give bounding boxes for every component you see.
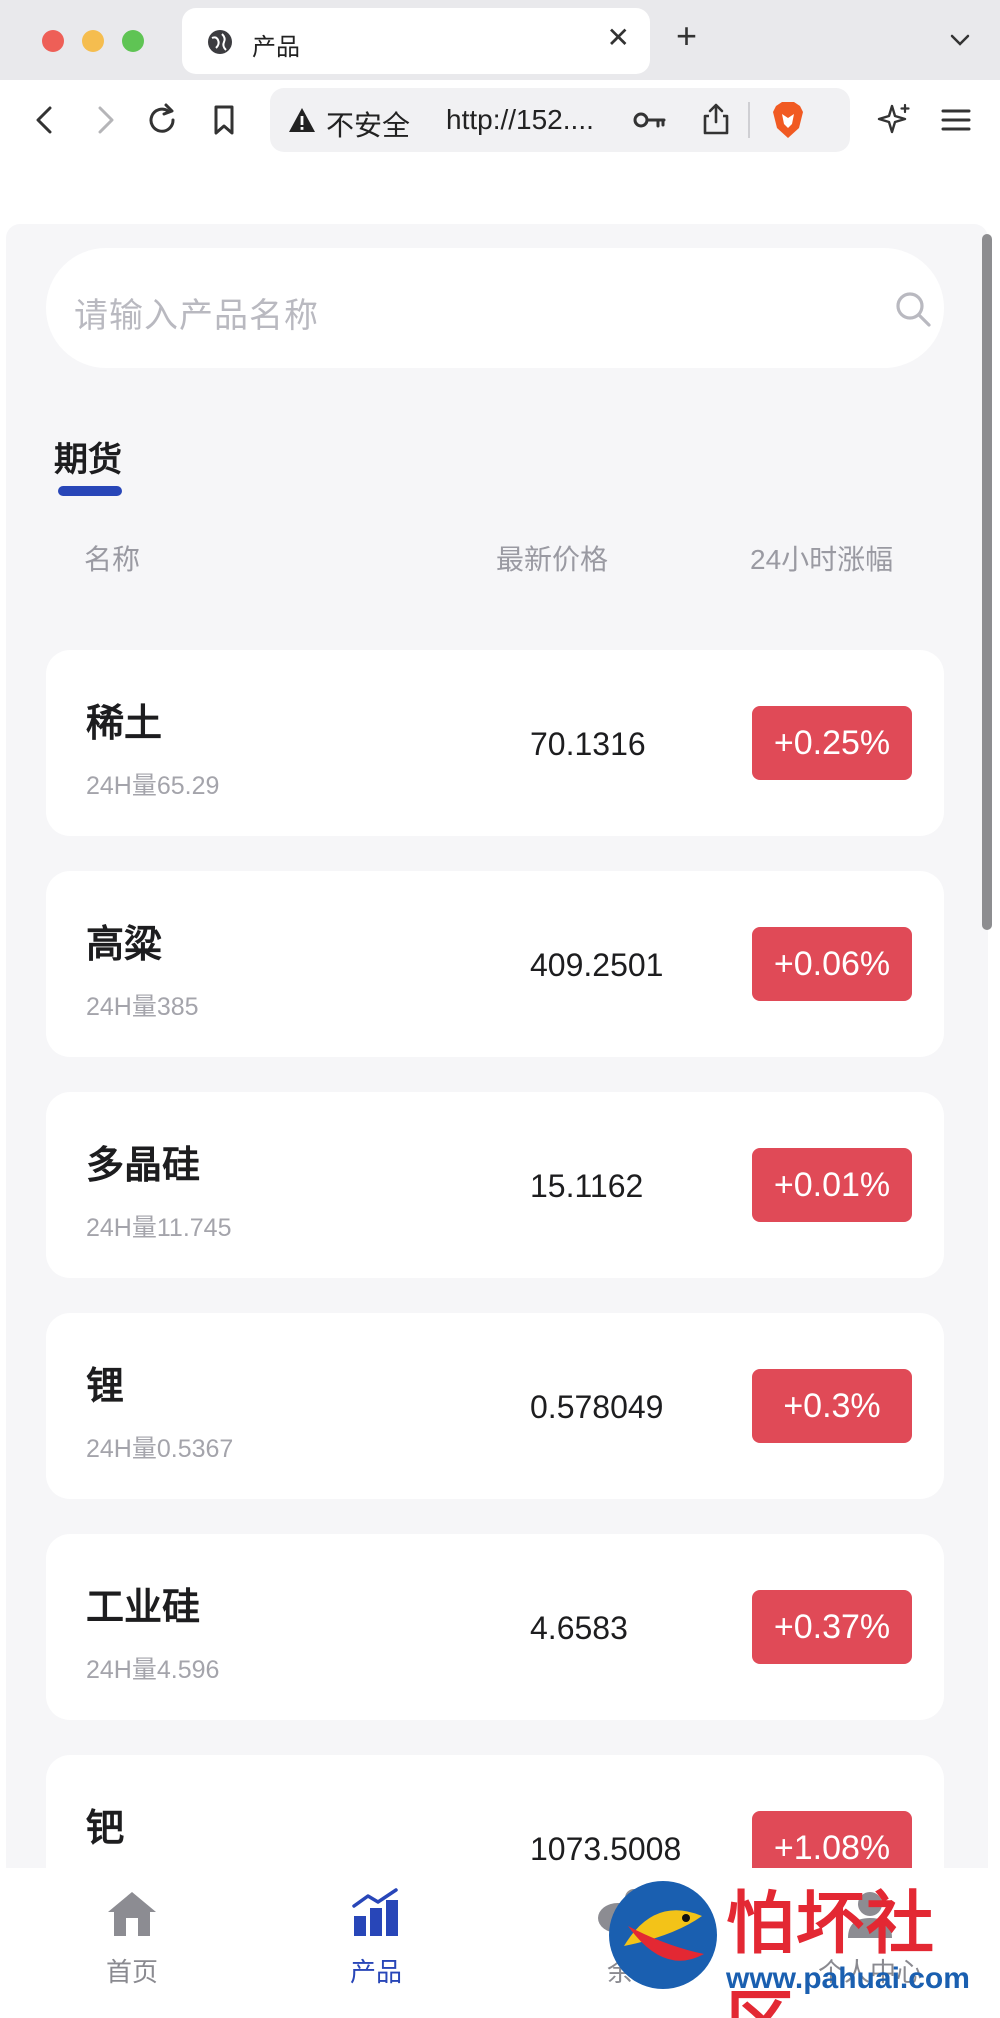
product-volume: 24H量11.745 [86,1214,232,1242]
product-volume: 24H量0.5367 [86,1435,234,1463]
change-badge: +0.37% [752,1590,912,1664]
key-icon[interactable] [632,106,668,134]
product-price: 0.578049 [530,1389,664,1425]
product-row[interactable]: 稀土 24H量65.29 70.1316 +0.25% [46,650,944,836]
warning-icon [289,108,315,132]
sparkle-icon[interactable] [876,102,912,138]
column-header-name: 名称 [84,544,141,575]
watermark-site: www.pahuai.com [726,1962,970,1995]
scrollbar[interactable] [982,234,992,930]
change-badge: +0.06% [752,927,912,1001]
close-window-button[interactable] [42,30,64,52]
watermark: 怕坏社区 www.pahuai.com [604,1862,1000,2018]
brave-lion-icon[interactable] [770,100,806,140]
column-header-change: 24小时涨幅 [750,544,894,575]
tab-title: 产品 [252,34,300,61]
product-name: 工业硅 [86,1587,201,1629]
address-bar[interactable]: 不安全 http://152.... [270,88,850,152]
koi-fish-logo-icon [609,1881,717,1989]
home-icon [108,1892,156,1936]
product-row[interactable]: 高粱 24H量385 409.2501 +0.06% [46,871,944,1057]
browser-toolbar: 不安全 http://152.... [0,80,1000,160]
product-price: 4.6583 [530,1610,628,1646]
search-icon[interactable] [894,290,932,328]
product-name: 钯 [86,1808,125,1850]
reload-icon[interactable] [144,102,180,138]
product-name: 锂 [86,1366,125,1408]
forward-icon[interactable] [86,102,122,138]
product-row[interactable]: 工业硅 24H量4.596 4.6583 +0.37% [46,1534,944,1720]
address-separator [748,102,750,138]
product-row[interactable]: 锂 24H量0.5367 0.578049 +0.3% [46,1313,944,1499]
tab-active-indicator [58,486,122,496]
share-icon[interactable] [702,102,730,136]
product-volume: 24H量65.29 [86,772,220,800]
nav-home[interactable]: 首页 [52,1886,212,2006]
globe-icon [208,30,232,54]
tab-futures[interactable]: 期货 [54,432,122,481]
search-input[interactable]: 请输入产品名称 [74,288,319,337]
browser-titlebar: 产品 ✕ + [0,0,1000,80]
product-volume: 24H量385 [86,993,199,1021]
nav-home-label: 首页 [105,1957,158,1987]
product-volume: 24H量4.596 [86,1656,220,1684]
back-icon[interactable] [28,102,64,138]
new-tab-button[interactable]: + [676,18,697,54]
change-badge: +0.3% [752,1369,912,1443]
change-badge: +0.25% [752,706,912,780]
menu-icon[interactable] [938,102,974,138]
bookmark-icon[interactable] [206,102,242,138]
product-price: 409.2501 [530,947,664,983]
product-price: 15.1162 [530,1168,644,1204]
product-name: 多晶硅 [86,1145,201,1187]
nav-products[interactable]: 产品 [296,1886,456,2006]
change-badge: +0.01% [752,1148,912,1222]
column-header-price: 最新价格 [496,544,609,575]
browser-tab-active[interactable]: 产品 ✕ [182,8,650,74]
product-name: 稀土 [86,703,163,745]
security-label[interactable]: 不安全 [326,104,410,144]
minimize-window-button[interactable] [82,30,104,52]
url-text[interactable]: http://152.... [446,104,594,136]
maximize-window-button[interactable] [122,30,144,52]
bar-chart-icon [352,1888,398,1936]
nav-products-label: 产品 [349,1957,402,1987]
chevron-down-icon[interactable] [948,28,972,52]
tab-close-icon[interactable]: ✕ [607,24,630,52]
page-content: 请输入产品名称 期货 名称 最新价格 24小时涨幅 稀土 24H量65.29 7… [6,224,988,2018]
search-bar[interactable]: 请输入产品名称 [46,248,944,368]
product-price: 70.1316 [530,726,646,762]
product-name: 高粱 [86,924,163,966]
product-row[interactable]: 多晶硅 24H量11.745 15.1162 +0.01% [46,1092,944,1278]
